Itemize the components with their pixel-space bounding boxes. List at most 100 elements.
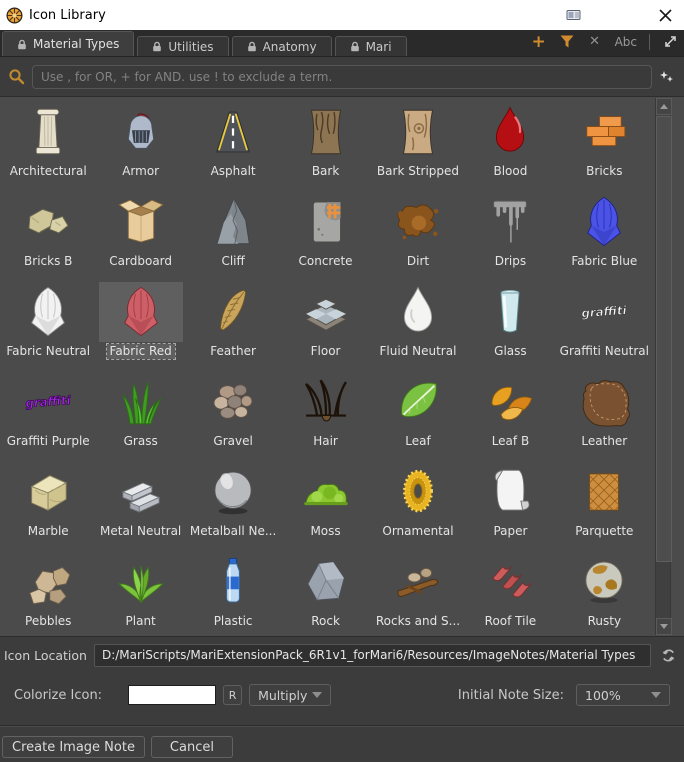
tab-mari[interactable]: Mari [335,36,407,56]
grid-item-drips[interactable]: Drips [464,187,556,277]
scrollbar[interactable] [655,98,671,635]
grid-item-feather[interactable]: Feather [187,277,279,367]
note-size-value: 100% [585,688,621,703]
filter-button[interactable] [559,34,575,50]
grid-item-label: Dirt [404,254,432,269]
graffitipurple-icon: graffiti [6,372,90,432]
grid-item-plastic[interactable]: Plastic [187,547,279,637]
grid-item-cliff[interactable]: Cliff [187,187,279,277]
grid-item-asphalt[interactable]: Asphalt [187,97,279,187]
grid-item-plant[interactable]: Plant [94,547,186,637]
footer-divider [0,725,684,727]
grid-item-rock[interactable]: Rock [279,547,371,637]
grid-item-label: Armor [119,164,162,179]
grid-item-architectural[interactable]: Architectural [2,97,94,187]
grid-item-blood[interactable]: Blood [464,97,556,187]
grid-item-label: Drips [492,254,529,269]
add-tab-button[interactable]: + [531,34,547,50]
grid-item-hair[interactable]: Hair [279,367,371,457]
grid-item-parquette[interactable]: Parquette [557,457,652,547]
close-icon [659,9,672,22]
sticks-icon [376,552,460,612]
grid-item-label: Feather [207,344,259,359]
graffitiwhite-icon: graffiti [562,282,646,342]
grid-item-concrete[interactable]: Concrete [279,187,371,277]
grid-item-label: Paper [490,524,530,539]
grid-item-label: Graffiti Purple [4,434,93,449]
grid-item-glass[interactable]: Glass [464,277,556,367]
grid-item-ornamental[interactable]: Ornamental [372,457,464,547]
grid-item-leaf[interactable]: Leaf [372,367,464,457]
grid-item-moss[interactable]: Moss [279,457,371,547]
grid-item-bricks[interactable]: Bricks [557,97,652,187]
grid-item-dirt[interactable]: Dirt [372,187,464,277]
icon-location-label: Icon Location [4,648,87,663]
blocks-icon [6,192,90,252]
grid-item-pebbles[interactable]: Pebbles [2,547,94,637]
grid-item-label: Cardboard [106,254,175,269]
grid-item-label: Metalball Ne... [187,524,279,539]
icon-location-field[interactable]: D:/MariScripts/MariExtensionPack_6R1v1_f… [94,644,651,667]
note-size-dropdown[interactable]: 100% [576,684,670,706]
grid-item-leaf-b[interactable]: Leaf B [464,367,556,457]
tab-material-types[interactable]: Material Types [2,31,134,56]
grid-item-label: Bricks B [21,254,75,269]
clear-filter-button[interactable]: ✕ [587,34,603,50]
grid-item-roof-tile[interactable]: Roof Tile [464,547,556,637]
plant-icon [99,552,183,612]
blend-mode-value: Multiply [258,688,307,703]
grid-item-leather[interactable]: Leather [557,367,652,457]
grid-item-grass[interactable]: Grass [94,367,186,457]
grid-item-marble[interactable]: Marble [2,457,94,547]
grid-item-bricks-b[interactable]: Bricks B [2,187,94,277]
scroll-down-button[interactable] [656,618,672,635]
tab-anatomy[interactable]: Anatomy [232,36,332,56]
grid-item-bark[interactable]: Bark [279,97,371,187]
helmet-icon [99,102,183,162]
panel-icon[interactable] [566,8,582,22]
sparkle-icon[interactable] [659,69,674,84]
grid-item-label: Pebbles [22,614,74,629]
grid-item-cardboard[interactable]: Cardboard [94,187,186,277]
scroll-up-button[interactable] [656,98,672,115]
grid-item-metal-neutral[interactable]: Metal Neutral [94,457,186,547]
search-input[interactable] [32,65,652,89]
rustball-icon [562,552,646,612]
grid-item-paper[interactable]: Paper [464,457,556,547]
grid-item-bark-stripped[interactable]: Bark Stripped [372,97,464,187]
tab-utilities[interactable]: Utilities [137,36,228,56]
grid-item-armor[interactable]: Armor [94,97,186,187]
refresh-button[interactable] [658,645,678,665]
grid-item-metalball-ne[interactable]: Metalball Ne... [187,457,279,547]
blend-mode-dropdown[interactable]: Multiply [249,684,331,706]
road-icon [191,102,275,162]
scrollbar-thumb[interactable] [656,116,672,562]
grid-item-fluid-neutral[interactable]: Fluid Neutral [372,277,464,367]
cancel-button[interactable]: Cancel [151,736,233,758]
blooddrop-icon [468,102,552,162]
expand-button[interactable] [662,34,678,50]
colorize-swatch[interactable] [128,685,216,705]
lock-icon [247,41,257,52]
grid-item-gravel[interactable]: Gravel [187,367,279,457]
grid-item-fabric-blue[interactable]: Fabric Blue [557,187,652,277]
footer-buttons: Create Image Note Cancel [0,736,684,758]
grid-item-fabric-neutral[interactable]: Fabric Neutral [2,277,94,367]
text-match-button[interactable]: Abc [615,34,637,50]
grid-item-rocks-and-s[interactable]: Rocks and S... [372,547,464,637]
grid-item-fabric-red[interactable]: Fabric Red [94,277,186,367]
grid-item-label: Architectural [7,164,90,179]
grid-item-label: Bark [309,164,342,179]
grid-item-graffiti-purple[interactable]: graffiti Graffiti Purple [2,367,94,457]
create-image-note-button[interactable]: Create Image Note [2,736,145,758]
grid-item-graffiti-neutral[interactable]: graffitiGraffiti Neutral [557,277,652,367]
scroll-icon [468,462,552,522]
grid-item-rusty[interactable]: Rusty [557,547,652,637]
close-button[interactable] [654,4,676,26]
search-row [0,57,684,96]
grid-item-floor[interactable]: Floor [279,277,371,367]
hide-icon [562,372,646,432]
clothwhite-icon [6,282,90,342]
reset-color-button[interactable]: R [223,685,242,705]
refresh-icon [661,648,676,663]
